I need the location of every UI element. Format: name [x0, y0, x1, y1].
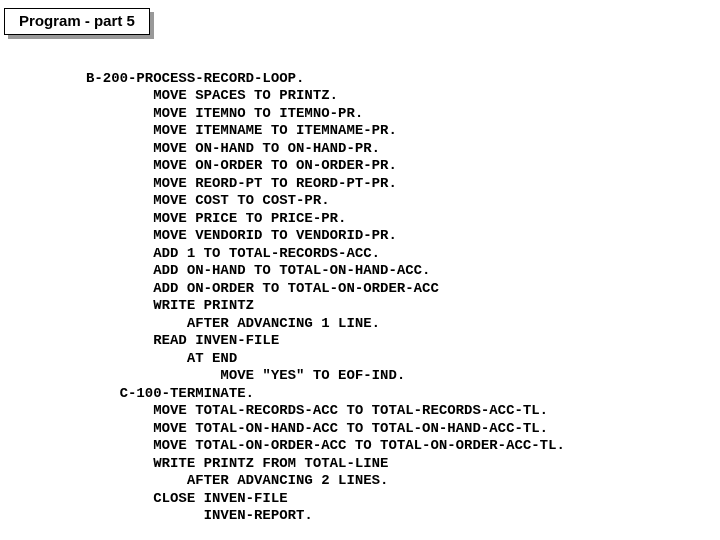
code-line: MOVE "YES" TO EOF-IND. [86, 368, 405, 384]
code-line: AFTER ADVANCING 2 LINES. [86, 473, 388, 489]
code-line: MOVE PRICE TO PRICE-PR. [86, 211, 346, 227]
code-line: INVEN-REPORT. [86, 508, 313, 524]
page-title: Program - part 5 [4, 8, 150, 35]
code-line: WRITE PRINTZ FROM TOTAL-LINE [86, 456, 388, 472]
code-line: B-200-PROCESS-RECORD-LOOP. [86, 71, 304, 87]
code-line: MOVE TOTAL-ON-ORDER-ACC TO TOTAL-ON-ORDE… [86, 438, 565, 454]
code-line: MOVE VENDORID TO VENDORID-PR. [86, 228, 397, 244]
code-line: AFTER ADVANCING 1 LINE. [86, 316, 380, 332]
code-line: MOVE ITEMNAME TO ITEMNAME-PR. [86, 123, 397, 139]
code-line: MOVE TOTAL-ON-HAND-ACC TO TOTAL-ON-HAND-… [86, 421, 548, 437]
title-box: Program - part 5 [4, 8, 150, 35]
code-line: MOVE ON-ORDER TO ON-ORDER-PR. [86, 158, 397, 174]
code-line: ADD 1 TO TOTAL-RECORDS-ACC. [86, 246, 380, 262]
code-line: ADD ON-ORDER TO TOTAL-ON-ORDER-ACC [86, 281, 439, 297]
code-line: MOVE COST TO COST-PR. [86, 193, 330, 209]
code-line: CLOSE INVEN-FILE [86, 491, 288, 507]
code-line: WRITE PRINTZ [86, 298, 254, 314]
code-line: READ INVEN-FILE [86, 333, 279, 349]
code-block: B-200-PROCESS-RECORD-LOOP. MOVE SPACES T… [86, 53, 720, 526]
code-line: MOVE REORD-PT TO REORD-PT-PR. [86, 176, 397, 192]
code-line: MOVE SPACES TO PRINTZ. [86, 88, 338, 104]
code-line: ADD ON-HAND TO TOTAL-ON-HAND-ACC. [86, 263, 430, 279]
code-line: AT END [86, 351, 237, 367]
code-line: MOVE ITEMNO TO ITEMNO-PR. [86, 106, 363, 122]
code-line: C-100-TERMINATE. [86, 386, 254, 402]
code-line: MOVE TOTAL-RECORDS-ACC TO TOTAL-RECORDS-… [86, 403, 548, 419]
code-line: MOVE ON-HAND TO ON-HAND-PR. [86, 141, 380, 157]
